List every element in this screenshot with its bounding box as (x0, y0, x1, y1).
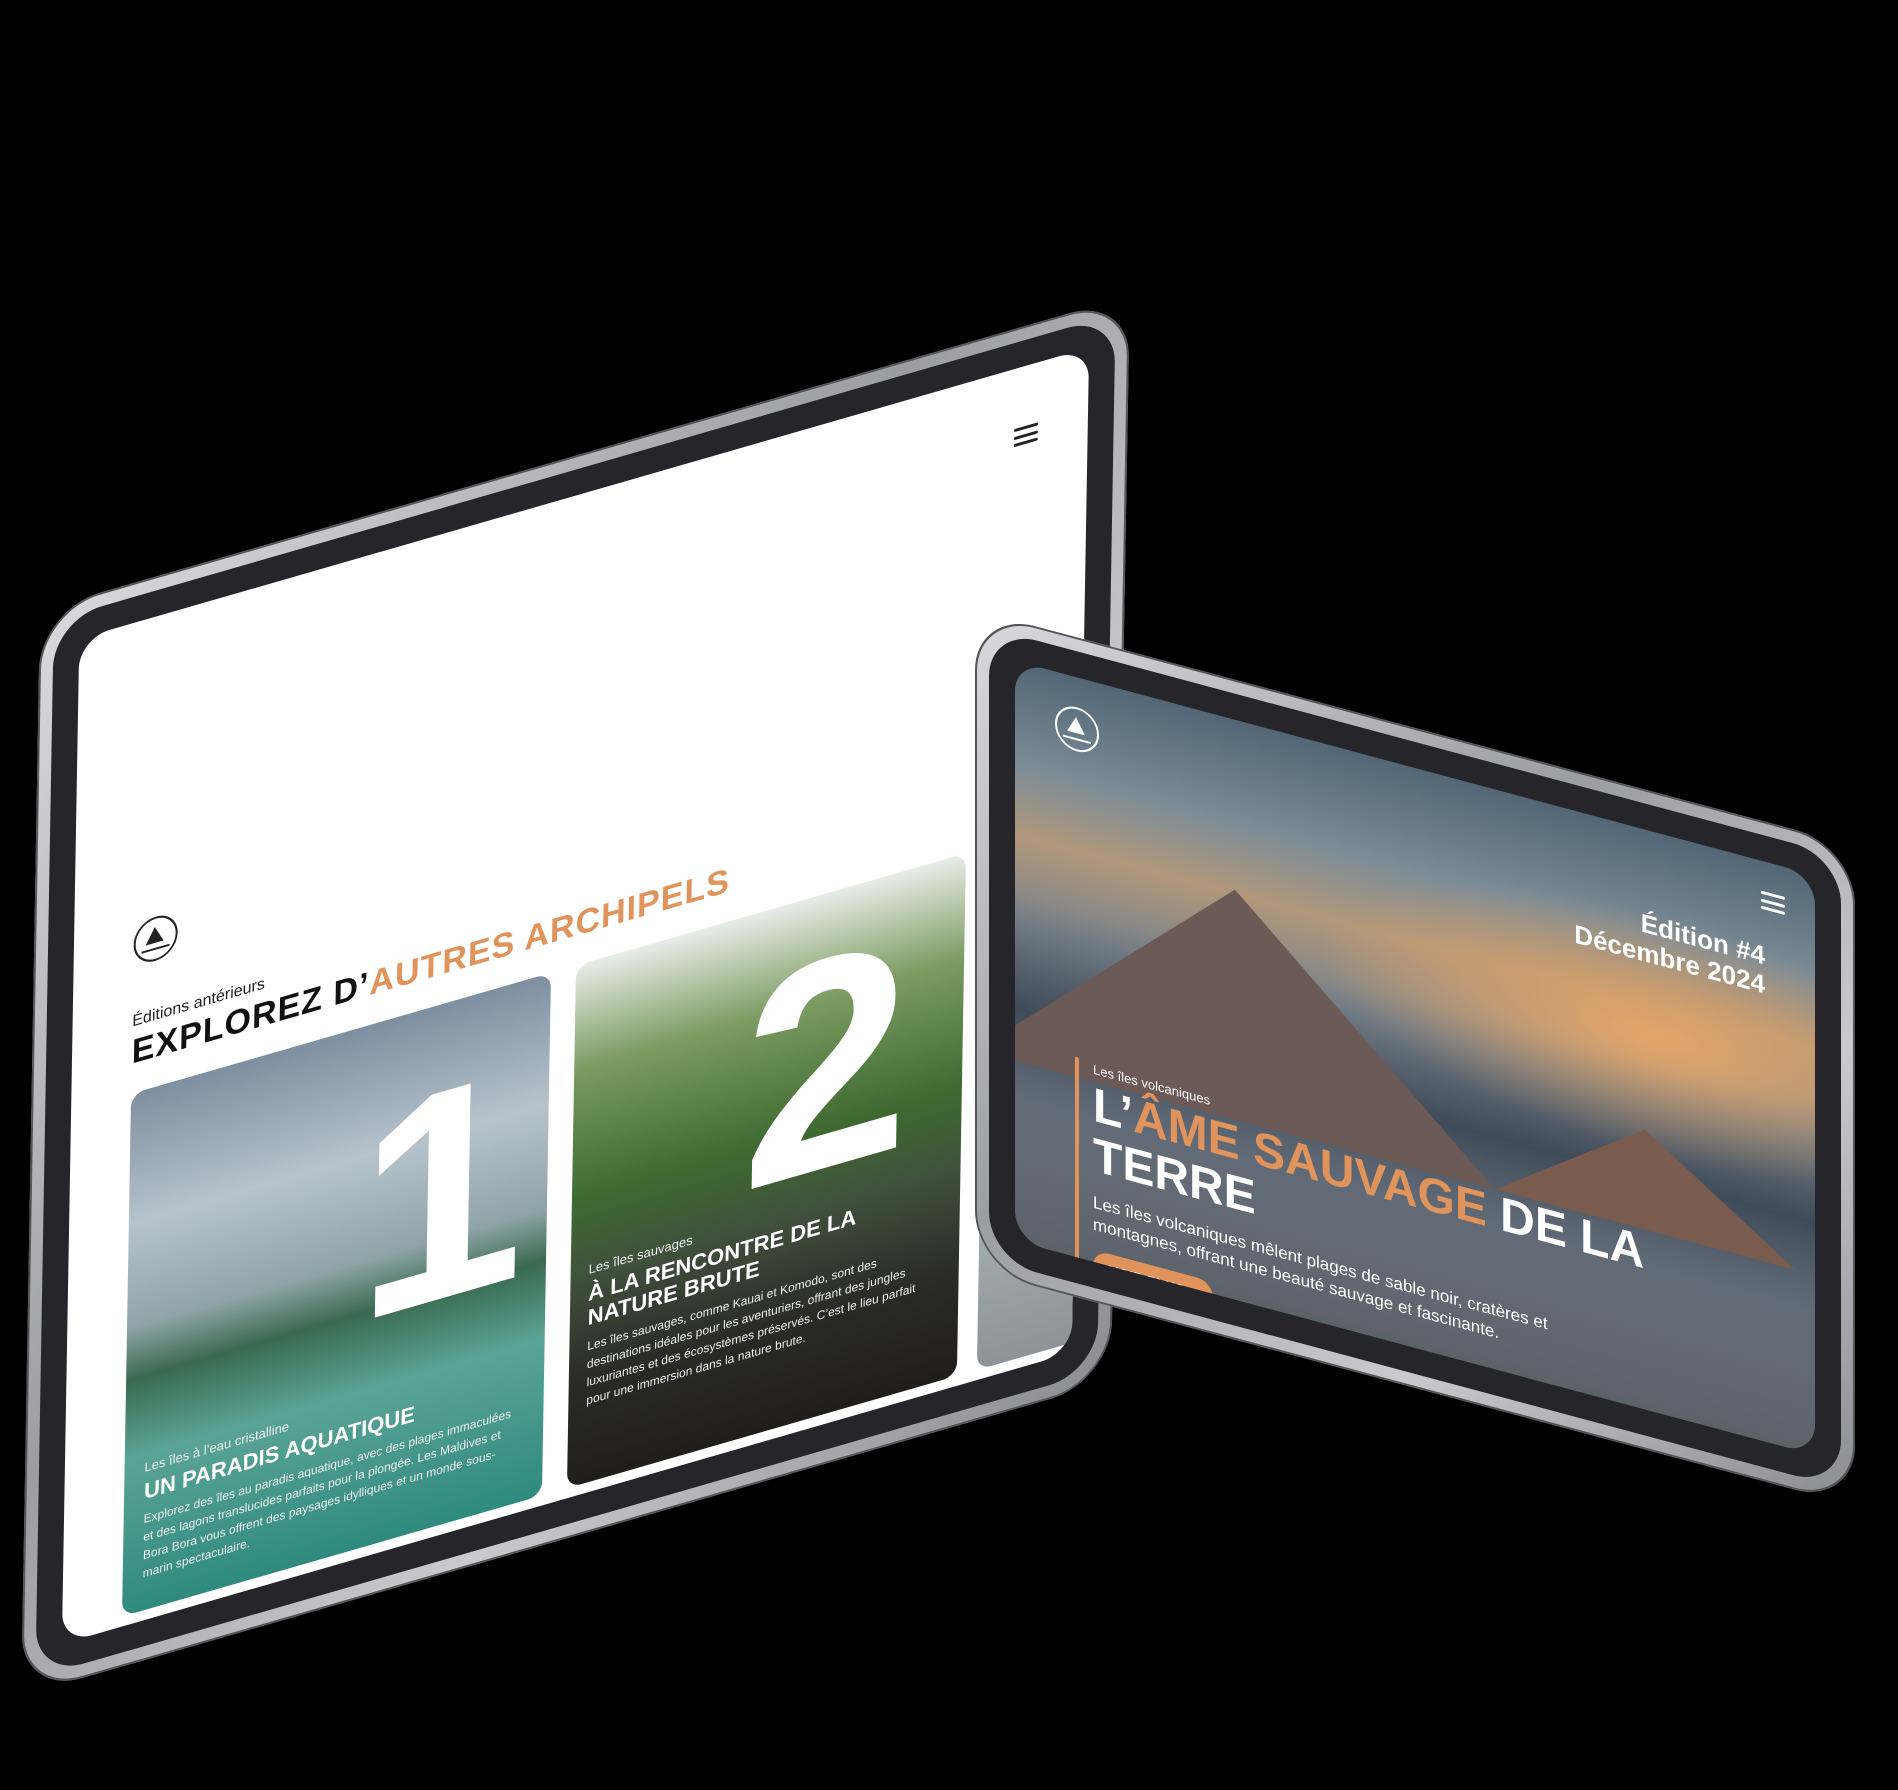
tablet-right: Édition #4 Décembre 2024 Les îles volcan… (975, 610, 1855, 1506)
card-number: 1 (354, 1001, 528, 1388)
edition-label: Édition #4 Décembre 2024 (1574, 891, 1765, 999)
menu-icon[interactable] (1013, 422, 1039, 448)
tablet-left-bezel: Éditions antérieurs EXPLOREZ D’AUTRES AR… (35, 313, 1116, 1678)
tablet-left: Éditions antérieurs EXPLOREZ D’AUTRES AR… (21, 295, 1130, 1696)
tablet-right-screen: Édition #4 Décembre 2024 Les îles volcan… (1015, 660, 1815, 1456)
card-number: 2 (740, 870, 913, 1257)
tablet-right-bezel: Édition #4 Décembre 2024 Les îles volcan… (989, 627, 1841, 1489)
logo-icon[interactable] (133, 910, 179, 968)
plus-icon: + (1188, 1283, 1197, 1302)
tablet-left-screen: Éditions antérieurs EXPLOREZ D’AUTRES AR… (61, 347, 1090, 1644)
voir-plus-label: VOIR PLUS (1109, 1261, 1185, 1299)
edition-card-1[interactable]: 1 Les îles à l’eau cristalline UN PARADI… (122, 972, 552, 1617)
menu-icon[interactable] (1761, 890, 1785, 916)
edition-card-2[interactable]: 2 Les îles sauvages À LA RENCONTRE DE LA… (566, 853, 966, 1489)
logo-icon[interactable] (1055, 701, 1099, 758)
